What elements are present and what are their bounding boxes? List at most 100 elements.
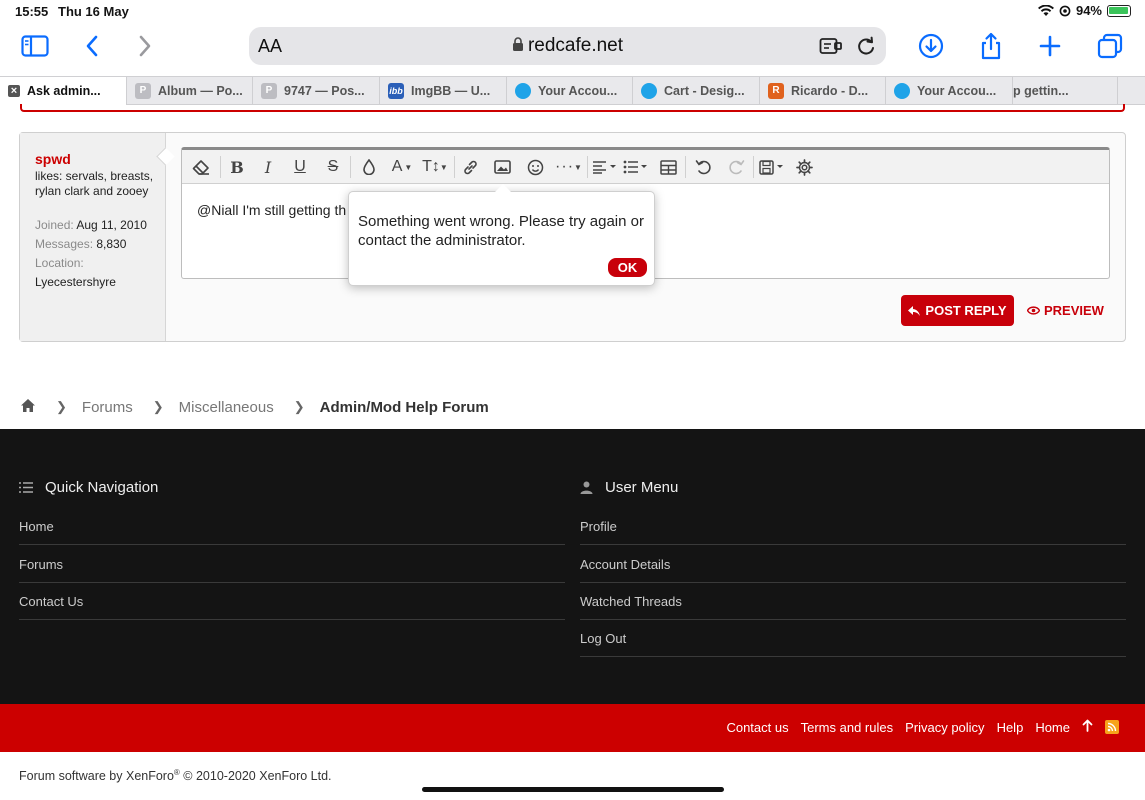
reload-icon[interactable] (856, 36, 876, 61)
text-color-icon[interactable] (358, 155, 380, 179)
imgbb-favicon-icon: ibb (388, 83, 404, 99)
toolbar-divider (685, 156, 686, 178)
tab-cart[interactable]: Cart - Desig... (633, 77, 760, 105)
footer-link-account[interactable]: Account Details (580, 545, 1126, 583)
font-family-icon[interactable]: A ▼ (388, 155, 416, 179)
footer-contact-us[interactable]: Contact us (726, 720, 788, 735)
tab-label: Ricardo - D... (791, 84, 869, 98)
joined-value: Aug 11, 2010 (76, 218, 147, 232)
tab-your-account-1[interactable]: Your Accou... (507, 77, 633, 105)
battery-percent: 94% (1075, 3, 1102, 18)
sidebar-icon[interactable] (19, 30, 51, 62)
settings-gear-icon[interactable] (793, 155, 815, 179)
wifi-icon (1037, 4, 1054, 16)
user-location-value: Lyecestershyre (35, 275, 116, 289)
back-icon[interactable] (76, 30, 108, 62)
tab-ask-admin[interactable]: × Ask admin... (0, 77, 127, 105)
tab-ricardo[interactable]: R Ricardo - D... (760, 77, 886, 105)
editor-content[interactable]: @Niall I'm still getting th (197, 202, 346, 218)
copyright-prefix[interactable]: Forum software by XenForo (19, 769, 174, 783)
strikethrough-icon[interactable]: S (322, 155, 344, 179)
tab-label: Your Accou... (917, 84, 997, 98)
compass-favicon-icon (641, 83, 657, 99)
preview-button[interactable]: PREVIEW (1027, 303, 1104, 318)
tab-overview-icon[interactable] (1094, 30, 1126, 62)
breadcrumb-current[interactable]: Admin/Mod Help Forum (320, 399, 489, 416)
tab-your-account-2[interactable]: Your Accou... (886, 77, 1013, 105)
underline-icon[interactable]: U (289, 155, 311, 179)
copyright-suffix: © 2010-2020 XenForo Ltd. (179, 769, 332, 784)
footer-link-forums[interactable]: Forums (19, 545, 565, 583)
bold-icon[interactable]: B (226, 155, 248, 179)
footer-help[interactable]: Help (997, 720, 1024, 735)
toolbar-divider (350, 156, 351, 178)
breadcrumb-forums[interactable]: Forums (82, 399, 133, 416)
redo-icon[interactable] (725, 155, 747, 179)
address-bar[interactable]: AA redcafe.net (249, 27, 886, 65)
r-favicon-icon: R (768, 83, 784, 99)
footer-privacy[interactable]: Privacy policy (905, 720, 984, 735)
download-icon[interactable] (915, 30, 947, 62)
ok-button[interactable]: OK (608, 258, 647, 277)
compass-favicon-icon (894, 83, 910, 99)
more-options-icon[interactable]: ··· ▼ (554, 155, 584, 179)
new-tab-icon[interactable] (1034, 30, 1066, 62)
browser-toolbar: AA redcafe.net (0, 24, 1145, 70)
user-menu-heading: User Menu (580, 479, 678, 496)
url-domain: redcafe.net (249, 35, 886, 57)
error-popup: Something went wrong. Please try again o… (348, 184, 655, 286)
rss-icon[interactable] (1105, 720, 1119, 734)
toolbar-divider (454, 156, 455, 178)
table-icon[interactable] (657, 155, 679, 179)
tab-imgbb[interactable]: ibb ImgBB — U... (380, 77, 507, 105)
footer-home[interactable]: Home (1035, 720, 1070, 735)
link-icon[interactable] (459, 155, 481, 179)
share-icon[interactable] (975, 30, 1007, 62)
footer-link-profile[interactable]: Profile (580, 507, 1126, 545)
username-link[interactable]: spwd (35, 151, 71, 167)
tab-label: ImgBB — U... (411, 84, 491, 98)
forward-icon[interactable] (129, 30, 161, 62)
extension-icon[interactable] (819, 36, 843, 61)
footer-link-watched[interactable]: Watched Threads (580, 582, 1126, 620)
footer-link-logout[interactable]: Log Out (580, 619, 1126, 657)
chevron-right-icon: ❯ (293, 399, 305, 414)
close-tab-icon[interactable]: × (8, 85, 20, 97)
footer-link-contact[interactable]: Contact Us (19, 582, 565, 620)
scroll-top-icon[interactable] (1082, 719, 1093, 735)
editor-toolbar: B I U S A ▼ T↕ ▼ ··· ▼ (182, 150, 1109, 184)
tab-label: 9747 — Pos... (284, 84, 365, 98)
toolbar-divider (220, 156, 221, 178)
italic-icon[interactable]: I (257, 155, 279, 179)
post-reply-button[interactable]: POST REPLY (901, 295, 1014, 326)
breadcrumb: ❯ Forums ❯ Miscellaneous ❯ Admin/Mod Hel… (20, 396, 489, 418)
domain-text: redcafe.net (527, 35, 624, 56)
site-footer: Quick Navigation Home Forums Contact Us … (0, 429, 1145, 704)
breadcrumb-miscellaneous[interactable]: Miscellaneous (179, 399, 274, 416)
image-icon[interactable] (491, 155, 513, 179)
p-favicon-icon: P (135, 83, 151, 99)
list-icon[interactable] (622, 155, 650, 179)
tab-9747[interactable]: P 9747 — Pos... (253, 77, 380, 105)
home-indicator[interactable] (422, 787, 724, 792)
tab-getting[interactable]: p gettin... (1013, 77, 1118, 105)
smiley-icon[interactable] (524, 155, 546, 179)
align-icon[interactable] (591, 155, 619, 179)
home-icon[interactable] (20, 398, 36, 417)
p-favicon-icon: P (261, 83, 277, 99)
reply-arrow-icon (908, 305, 921, 316)
preview-label: PREVIEW (1044, 303, 1104, 318)
user-likes: likes: servals, breasts, rylan clark and… (35, 169, 154, 198)
undo-icon[interactable] (692, 155, 714, 179)
copyright: Forum software by XenForo® © 2010-2020 X… (19, 768, 332, 783)
tab-album[interactable]: P Album — Po... (127, 77, 253, 105)
footer-bar: Contact us Terms and rules Privacy polic… (0, 704, 1145, 752)
eraser-icon[interactable] (190, 155, 212, 179)
lock-icon (512, 37, 523, 51)
footer-terms[interactable]: Terms and rules (801, 720, 893, 735)
save-draft-icon[interactable] (758, 155, 786, 179)
toolbar-divider (587, 156, 588, 178)
font-size-icon[interactable]: T↕ ▼ (420, 155, 450, 179)
footer-link-home[interactable]: Home (19, 507, 565, 545)
chevron-right-icon: ❯ (56, 399, 67, 414)
